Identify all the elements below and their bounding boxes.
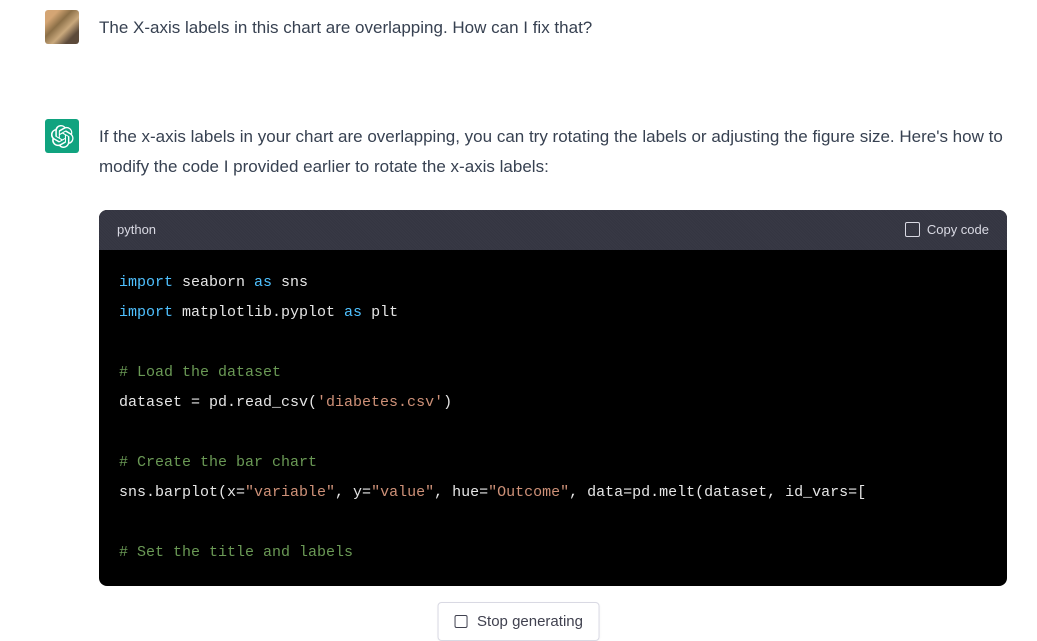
- code-token: plt: [362, 304, 398, 321]
- copy-code-button[interactable]: Copy code: [905, 219, 989, 242]
- stop-icon: [454, 615, 467, 628]
- code-token: "variable": [245, 484, 335, 501]
- code-token: sns: [272, 274, 308, 291]
- code-token: matplotlib.pyplot: [173, 304, 344, 321]
- code-token: seaborn: [173, 274, 254, 291]
- code-language-label: python: [117, 219, 156, 242]
- code-token: dataset = pd.read_csv(: [119, 394, 317, 411]
- code-token: "value": [371, 484, 434, 501]
- assistant-message-content: If the x-axis labels in your chart are o…: [99, 119, 1007, 586]
- code-token: as: [344, 304, 362, 321]
- code-token: ): [443, 394, 452, 411]
- code-token: , data=pd.melt(dataset, id_vars=[: [569, 484, 866, 501]
- user-avatar: [45, 10, 79, 44]
- code-token: import: [119, 304, 173, 321]
- code-token: # Create the bar chart: [119, 454, 317, 471]
- code-token: , y=: [335, 484, 371, 501]
- code-token: "Outcome": [488, 484, 569, 501]
- copy-code-label: Copy code: [927, 219, 989, 242]
- code-token: , hue=: [434, 484, 488, 501]
- user-message-text: The X-axis labels in this chart are over…: [99, 18, 592, 37]
- code-body[interactable]: import seaborn as sns import matplotlib.…: [99, 250, 1007, 586]
- user-message-content: The X-axis labels in this chart are over…: [99, 10, 1007, 44]
- code-token: # Load the dataset: [119, 364, 281, 381]
- user-message-row: The X-axis labels in this chart are over…: [0, 0, 1037, 99]
- code-header: python Copy code: [99, 210, 1007, 251]
- assistant-avatar: [45, 119, 79, 153]
- code-token: 'diabetes.csv': [317, 394, 443, 411]
- assistant-message-text: If the x-axis labels in your chart are o…: [99, 122, 1007, 182]
- code-token: # Set the title and labels: [119, 544, 353, 561]
- assistant-message-row: If the x-axis labels in your chart are o…: [0, 99, 1037, 586]
- clipboard-icon: [905, 222, 920, 237]
- openai-logo-icon: [51, 125, 74, 148]
- code-block: python Copy code import seaborn as sns i…: [99, 210, 1007, 587]
- code-token: import: [119, 274, 173, 291]
- stop-generating-label: Stop generating: [477, 613, 583, 630]
- code-token: sns.barplot(x=: [119, 484, 245, 501]
- stop-generating-button[interactable]: Stop generating: [437, 602, 600, 641]
- code-token: as: [254, 274, 272, 291]
